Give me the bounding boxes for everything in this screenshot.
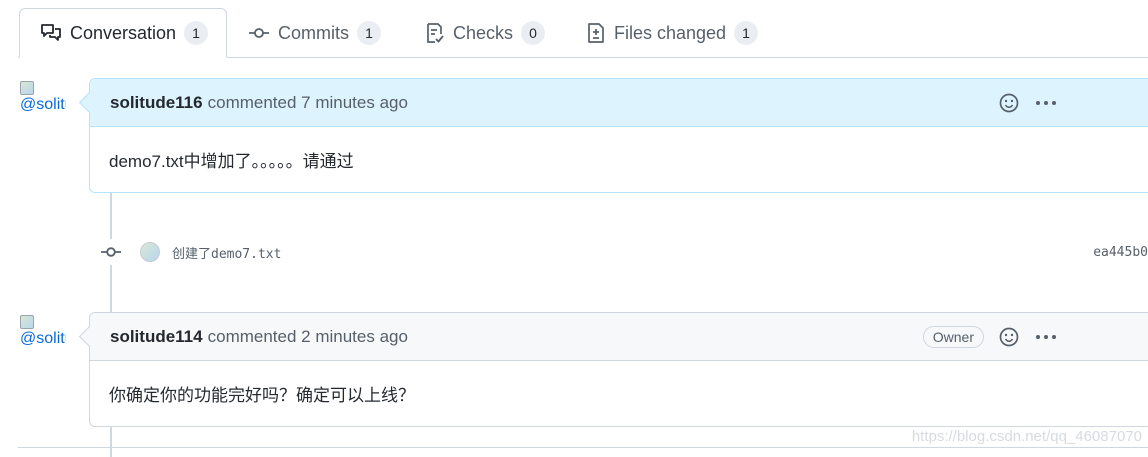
- comment-author[interactable]: solitude114: [110, 327, 203, 347]
- tab-checks[interactable]: Checks 0: [405, 8, 565, 58]
- comment-author[interactable]: solitude116: [110, 93, 203, 113]
- divider: [18, 447, 1148, 448]
- tab-counter: 0: [521, 21, 546, 45]
- kebab-horizontal-icon[interactable]: [1034, 92, 1058, 114]
- comment-discussion-icon: [40, 23, 62, 43]
- smiley-icon[interactable]: [998, 92, 1020, 114]
- tab-files-changed[interactable]: Files changed 1: [566, 8, 778, 58]
- tab-counter: 1: [734, 21, 759, 45]
- avatar-alt-text: @solitude114: [20, 330, 66, 347]
- comment-timestamp[interactable]: commented 2 minutes ago: [208, 327, 408, 347]
- owner-badge: Owner: [922, 325, 984, 348]
- tab-label: Files changed: [614, 22, 727, 43]
- comment-box: solitude114 commented 2 minutes ago Owne…: [89, 312, 1148, 427]
- comment-body: 你确定你的功能完好吗？确定可以上线？: [90, 361, 1148, 426]
- avatar[interactable]: @solitude114: [20, 315, 66, 361]
- broken-image-icon: [20, 315, 34, 329]
- timeline-commit-item: 创建了demo7.txt ea445b0: [98, 236, 1148, 268]
- pr-tab-bar: Conversation 1 Commits 1 Checks 0 Files …: [0, 0, 1148, 58]
- file-diff-icon: [586, 22, 606, 44]
- comment-box: solitude116 commented 7 minutes ago demo…: [89, 78, 1148, 193]
- smiley-icon[interactable]: [998, 326, 1020, 348]
- tab-counter: 1: [184, 21, 209, 45]
- tab-label: Conversation: [70, 22, 177, 43]
- tab-counter: 1: [357, 21, 381, 45]
- broken-image-icon: [20, 81, 34, 95]
- tab-label: Commits: [278, 22, 349, 43]
- commit-author-avatar[interactable]: [140, 242, 160, 262]
- git-commit-icon: [98, 239, 124, 265]
- comment-header: solitude116 commented 7 minutes ago: [90, 79, 1148, 127]
- comment-body: demo7.txt中增加了。。。。。请通过: [90, 127, 1148, 192]
- tab-commits[interactable]: Commits 1: [228, 8, 401, 58]
- avatar-alt-text: @solitude116: [20, 96, 66, 113]
- comment-timestamp[interactable]: commented 7 minutes ago: [208, 93, 408, 113]
- checklist-icon: [425, 22, 445, 44]
- commit-sha-link[interactable]: ea445b0: [1093, 245, 1148, 260]
- tab-conversation[interactable]: Conversation 1: [19, 8, 227, 58]
- watermark: https://blog.csdn.net/qq_46087070: [911, 428, 1142, 445]
- comment-header: solitude114 commented 2 minutes ago Owne…: [90, 313, 1148, 361]
- tab-label: Checks: [453, 22, 514, 43]
- avatar[interactable]: @solitude116: [20, 81, 66, 127]
- commit-message-link[interactable]: 创建了demo7.txt: [172, 243, 281, 262]
- git-commit-icon: [248, 23, 270, 43]
- kebab-horizontal-icon[interactable]: [1034, 326, 1058, 348]
